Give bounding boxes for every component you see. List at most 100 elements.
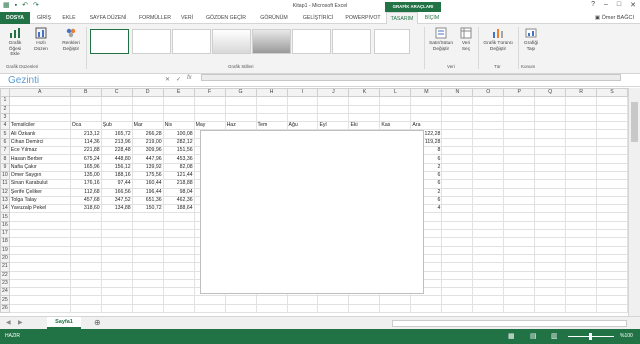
cell[interactable] <box>100 212 133 222</box>
cell[interactable] <box>503 212 536 222</box>
cell[interactable]: 114,36 <box>69 137 102 148</box>
cell[interactable] <box>534 137 567 148</box>
change-colors-button[interactable]: Renkleri Değiştir <box>58 27 84 52</box>
cell[interactable] <box>596 154 628 164</box>
cell[interactable]: 97,44 <box>100 179 133 189</box>
cell[interactable] <box>441 170 474 181</box>
tab-page-layout[interactable]: SAYFA DÜZENİ <box>82 12 134 24</box>
cell[interactable] <box>410 112 443 123</box>
cell[interactable]: 447,96 <box>131 154 164 164</box>
cell[interactable]: 218,88 <box>162 179 195 189</box>
cell[interactable]: Eyl <box>317 121 350 131</box>
cell[interactable] <box>8 112 71 123</box>
cell[interactable]: Nis <box>162 121 195 131</box>
cell[interactable] <box>410 104 443 114</box>
cell[interactable] <box>69 112 102 123</box>
row-header[interactable]: 9 <box>0 162 10 172</box>
cell[interactable] <box>565 146 598 156</box>
cell[interactable] <box>441 278 474 289</box>
chart-style-3[interactable] <box>172 29 211 54</box>
cell[interactable] <box>8 262 71 272</box>
cell[interactable] <box>472 162 505 172</box>
cell[interactable] <box>379 96 412 106</box>
cell[interactable]: 282,12 <box>162 137 195 148</box>
cell[interactable] <box>596 96 628 106</box>
cell[interactable] <box>379 104 412 114</box>
switch-row-column-button[interactable]: Satır/Sütun Değiştir <box>426 27 456 52</box>
cell[interactable] <box>503 129 536 139</box>
cell[interactable] <box>193 104 226 114</box>
cell[interactable] <box>596 204 628 214</box>
cell[interactable] <box>503 204 536 214</box>
cell[interactable]: 457,68 <box>69 195 102 206</box>
cell[interactable] <box>131 253 164 264</box>
cell[interactable]: 82,08 <box>162 162 195 172</box>
help-icon[interactable]: ? <box>591 1 595 9</box>
enter-icon[interactable]: ✓ <box>176 76 181 83</box>
cell[interactable] <box>565 137 598 148</box>
cell[interactable] <box>193 303 226 314</box>
cell[interactable] <box>503 104 536 114</box>
cell[interactable] <box>193 96 226 106</box>
cell[interactable]: 448,80 <box>100 154 133 164</box>
cell[interactable] <box>162 104 195 114</box>
cell[interactable] <box>441 112 474 123</box>
cell[interactable] <box>162 295 195 305</box>
cell[interactable] <box>441 303 474 314</box>
cell[interactable] <box>565 170 598 181</box>
cell[interactable] <box>379 295 412 305</box>
cell[interactable] <box>565 303 598 314</box>
cell[interactable] <box>565 229 598 239</box>
cell[interactable] <box>69 287 102 297</box>
chart-style-6[interactable] <box>292 29 331 54</box>
cell[interactable] <box>441 146 474 156</box>
cell[interactable] <box>565 195 598 206</box>
cell[interactable] <box>472 179 505 189</box>
cell[interactable] <box>69 245 102 255</box>
cell[interactable]: Ece Yılmaz <box>8 146 71 156</box>
row-header[interactable]: 15 <box>0 212 10 222</box>
cell[interactable] <box>534 162 567 172</box>
move-chart-button[interactable]: Grafiği Taşı <box>520 27 542 52</box>
cell[interactable] <box>441 237 474 247</box>
cell[interactable] <box>100 237 133 247</box>
cell[interactable] <box>503 170 536 181</box>
cell[interactable]: Ömer Saygın <box>8 170 71 181</box>
cell[interactable] <box>503 237 536 247</box>
row-header[interactable]: 10 <box>0 170 10 181</box>
cell[interactable] <box>534 229 567 239</box>
zoom-level[interactable]: %100 <box>620 333 633 339</box>
cell[interactable] <box>596 212 628 222</box>
cell[interactable] <box>100 270 133 280</box>
cell[interactable]: Hasan Berber <box>8 154 71 164</box>
cell[interactable] <box>286 96 319 106</box>
column-header[interactable]: R <box>565 88 598 98</box>
cell[interactable] <box>224 104 257 114</box>
cell[interactable] <box>100 229 133 239</box>
cell[interactable]: 228,48 <box>100 146 133 156</box>
cell[interactable] <box>596 220 628 231</box>
cell[interactable] <box>100 303 133 314</box>
cell[interactable] <box>596 104 628 114</box>
cell[interactable] <box>441 245 474 255</box>
cell[interactable]: 98,04 <box>162 187 195 197</box>
cell[interactable] <box>100 287 133 297</box>
cell[interactable] <box>441 162 474 172</box>
cancel-icon[interactable]: ✕ <box>165 76 170 83</box>
row-header[interactable]: 1 <box>0 96 10 106</box>
row-header[interactable]: 13 <box>0 195 10 206</box>
cell[interactable] <box>441 212 474 222</box>
cell[interactable] <box>348 303 381 314</box>
row-header[interactable]: 7 <box>0 146 10 156</box>
cell[interactable] <box>472 187 505 197</box>
cell[interactable] <box>503 96 536 106</box>
chart-area[interactable] <box>200 130 424 294</box>
cell[interactable]: 188,16 <box>100 170 133 181</box>
cell[interactable] <box>131 96 164 106</box>
column-header[interactable]: P <box>503 88 536 98</box>
cell[interactable] <box>596 295 628 305</box>
cell[interactable] <box>100 96 133 106</box>
cell[interactable] <box>348 112 381 123</box>
cell[interactable] <box>162 253 195 264</box>
cell[interactable]: Şerife Çeliker <box>8 187 71 197</box>
